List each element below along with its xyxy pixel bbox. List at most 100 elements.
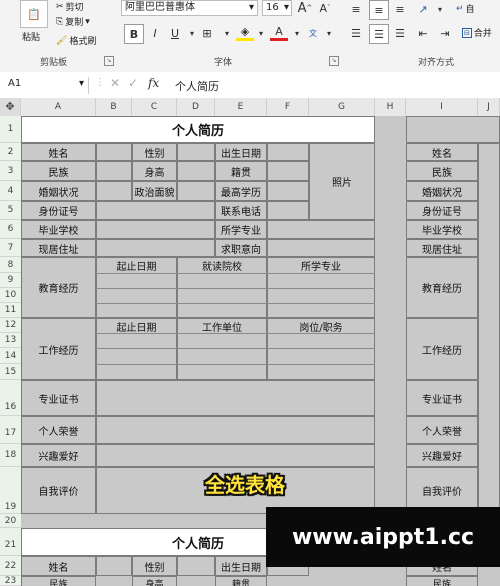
- font-color-icon[interactable]: A: [270, 24, 288, 41]
- copy-label-cert[interactable]: 专业证书: [406, 380, 478, 416]
- copy-label-work-exp[interactable]: 工作经历: [406, 318, 478, 380]
- row-header[interactable]: 23: [0, 576, 21, 586]
- label-name[interactable]: 姓名: [21, 556, 96, 576]
- cell-native-value[interactable]: [267, 161, 309, 181]
- wrap-text-button[interactable]: ↵ 自: [456, 2, 475, 16]
- row-header[interactable]: 2: [0, 143, 21, 161]
- label-honor[interactable]: 个人荣誉: [21, 416, 96, 444]
- row-header[interactable]: 14: [0, 348, 21, 364]
- copy2-label-ethnicity[interactable]: 民族: [406, 576, 478, 586]
- row-header[interactable]: 5: [0, 201, 21, 220]
- cell-cert-value[interactable]: [96, 380, 375, 416]
- underline-button[interactable]: U: [166, 24, 184, 42]
- row-header[interactable]: 8: [0, 257, 21, 273]
- column-header-d[interactable]: D: [177, 98, 215, 116]
- align-center-icon[interactable]: ☰: [369, 24, 389, 44]
- column-header-j[interactable]: J: [478, 98, 500, 116]
- label-height[interactable]: 身高: [132, 161, 177, 181]
- header-work-dates[interactable]: 起止日期: [96, 318, 177, 380]
- label-phone[interactable]: 联系电话: [215, 201, 267, 220]
- label-name[interactable]: 姓名: [21, 143, 96, 161]
- label-height[interactable]: 身高: [132, 576, 177, 586]
- bold-button[interactable]: B: [124, 24, 144, 44]
- enter-icon[interactable]: ✓: [128, 76, 138, 90]
- align-right-icon[interactable]: ☰: [391, 24, 409, 42]
- cell-gender-value[interactable]: [177, 143, 215, 161]
- grow-font-icon[interactable]: A ^: [296, 0, 314, 17]
- copy-label-address[interactable]: 现居住址: [406, 239, 478, 257]
- align-middle-icon[interactable]: ≡: [369, 0, 389, 20]
- cell-address-value[interactable]: [96, 239, 215, 257]
- orientation-icon[interactable]: ↗: [414, 0, 432, 18]
- cell-intention-value[interactable]: [267, 239, 375, 257]
- label-major[interactable]: 所学专业: [215, 220, 267, 239]
- column-header-f[interactable]: F: [267, 98, 309, 116]
- cell-school-value[interactable]: [96, 220, 215, 239]
- chevron-down-icon[interactable]: ▾: [252, 24, 270, 42]
- cell-political-value[interactable]: [177, 181, 215, 201]
- row-header[interactable]: 15: [0, 364, 21, 380]
- chevron-down-icon[interactable]: ▾: [431, 0, 449, 18]
- cancel-icon[interactable]: ✕: [110, 76, 120, 90]
- chevron-down-icon[interactable]: ▾: [218, 24, 236, 42]
- label-intention[interactable]: 求职意向: [215, 239, 267, 257]
- label-hobby[interactable]: 兴趣爱好: [21, 444, 96, 467]
- label-cert[interactable]: 专业证书: [21, 380, 96, 416]
- decrease-indent-icon[interactable]: ⇤: [414, 24, 432, 42]
- copy-label-name[interactable]: 姓名: [406, 143, 478, 161]
- align-left-icon[interactable]: ☰: [347, 24, 365, 42]
- chevron-down-icon[interactable]: ▾: [320, 24, 338, 42]
- align-bottom-icon[interactable]: ≡: [391, 0, 409, 18]
- label-ethnicity[interactable]: 民族: [21, 576, 96, 586]
- merge-button[interactable]: ⊟ 合并: [462, 26, 492, 39]
- row-header[interactable]: 21: [0, 528, 21, 556]
- copy-value-column[interactable]: [478, 143, 500, 514]
- row-header[interactable]: 19: [0, 467, 21, 514]
- copy-label-id[interactable]: 身份证号: [406, 201, 478, 220]
- shrink-font-icon[interactable]: Aˇ: [316, 0, 334, 17]
- label-gender[interactable]: 性别: [132, 556, 177, 576]
- column-header-b[interactable]: B: [96, 98, 132, 116]
- column-header-c[interactable]: C: [132, 98, 177, 116]
- cell-major-value[interactable]: [267, 220, 375, 239]
- row-header[interactable]: 13: [0, 333, 21, 348]
- cell-id-value[interactable]: [96, 201, 215, 220]
- row-header[interactable]: 10: [0, 288, 21, 303]
- cell-hobby-value[interactable]: [96, 444, 375, 467]
- column-header-a[interactable]: A: [21, 98, 96, 116]
- row-header[interactable]: 16: [0, 380, 21, 416]
- paste-icon[interactable]: 📋: [20, 0, 48, 28]
- clipboard-launcher-icon[interactable]: ↘: [104, 56, 114, 66]
- copy-button[interactable]: ⎘ 复制 ▾: [56, 15, 90, 29]
- row-header[interactable]: 20: [0, 514, 21, 528]
- label-native-place[interactable]: 籍贯: [215, 576, 267, 586]
- italic-button[interactable]: I: [146, 24, 164, 42]
- copy-label-edu-exp[interactable]: 教育经历: [406, 257, 478, 318]
- function-icon[interactable]: fx: [148, 76, 159, 90]
- row-header[interactable]: 4: [0, 181, 21, 201]
- label-native-place[interactable]: 籍贯: [215, 161, 267, 181]
- copy-label-school[interactable]: 毕业学校: [406, 220, 478, 239]
- row-header[interactable]: 6: [0, 220, 21, 239]
- label-education-level[interactable]: 最高学历: [215, 181, 267, 201]
- name-box[interactable]: A1 ▾: [5, 77, 89, 94]
- paste-button[interactable]: 粘贴: [22, 30, 40, 43]
- font-name-select[interactable]: 阿里巴巴普惠体 ▾: [121, 0, 258, 16]
- label-edu-exp[interactable]: 教育经历: [21, 257, 96, 318]
- photo-cell[interactable]: 照片: [309, 143, 375, 220]
- label-gender[interactable]: 性别: [132, 143, 177, 161]
- row-header[interactable]: 3: [0, 161, 21, 181]
- column-header-g[interactable]: G: [309, 98, 375, 116]
- cell-height-value[interactable]: [177, 161, 215, 181]
- column-header-h[interactable]: H: [375, 98, 406, 116]
- font-size-select[interactable]: 16 ▾: [262, 0, 292, 16]
- copy-label-hobby[interactable]: 兴趣爱好: [406, 444, 478, 467]
- row-header[interactable]: 22: [0, 556, 21, 576]
- row-header[interactable]: 7: [0, 239, 21, 257]
- label-birth[interactable]: 出生日期: [215, 556, 267, 576]
- column-header-e[interactable]: E: [215, 98, 267, 116]
- row-header[interactable]: 9: [0, 273, 21, 288]
- increase-indent-icon[interactable]: ⇥: [436, 24, 454, 42]
- font-launcher-icon[interactable]: ↘: [329, 56, 339, 66]
- cell-marital-value[interactable]: [96, 181, 132, 201]
